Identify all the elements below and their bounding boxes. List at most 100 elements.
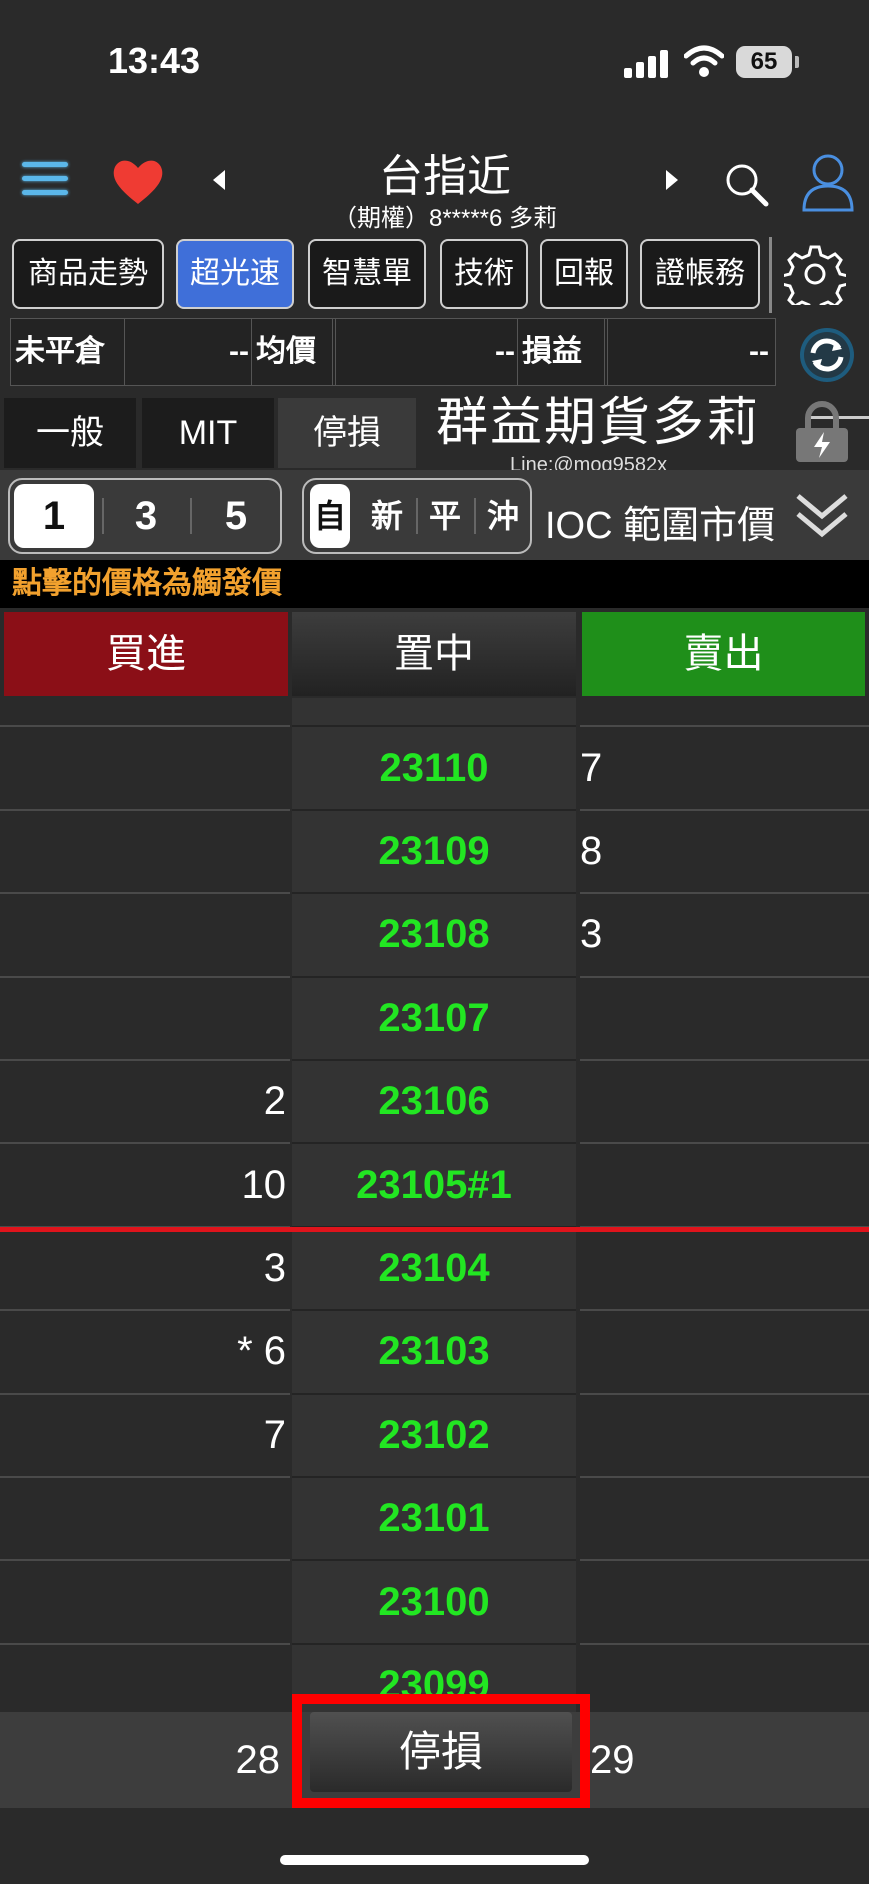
qty-separator <box>190 498 192 534</box>
ladder-row: 2 23106 <box>0 1061 869 1145</box>
ask-cell[interactable] <box>580 978 869 1061</box>
order-type-mit[interactable]: MIT <box>142 398 274 468</box>
open-close-mode: 自 新 平 沖 <box>302 478 532 554</box>
order-type-tabs: 一般 MIT 停損 <box>0 398 420 468</box>
battery-icon: 65 <box>736 46 792 78</box>
bid-cell[interactable] <box>0 1645 290 1712</box>
ask-cell[interactable]: 7 <box>580 698 869 728</box>
account-subtitle: （期權）8*****6 多莉 <box>332 205 558 232</box>
bid-cell[interactable] <box>0 978 290 1061</box>
ask-cell[interactable] <box>580 1061 869 1145</box>
pnl-value: -- <box>607 319 775 385</box>
chevron-down-icon[interactable] <box>794 490 850 542</box>
qty-separator <box>102 498 104 534</box>
bid-cell[interactable]: * 6 <box>0 1311 290 1395</box>
ladder-row: 10 23105#1 <box>0 1144 869 1228</box>
tab-trend[interactable]: 商品走勢 <box>12 239 164 309</box>
mode-separator <box>416 498 418 534</box>
ladder-row: 7 23102 <box>0 1394 869 1478</box>
ask-cell[interactable] <box>580 1311 869 1395</box>
avg-price-value: -- <box>335 319 517 385</box>
order-type-normal[interactable]: 一般 <box>4 398 136 468</box>
product-title[interactable]: 台指近 <box>250 140 640 204</box>
refresh-icon[interactable] <box>798 326 856 384</box>
ask-cell[interactable]: 7 <box>580 727 869 811</box>
ask-cell[interactable]: 3 <box>580 894 869 978</box>
ladder-row: 231117 <box>0 698 869 728</box>
ask-cell[interactable]: 8 <box>580 811 869 895</box>
ask-cell[interactable] <box>580 1561 869 1645</box>
bid-cell[interactable]: 3 <box>0 1228 290 1312</box>
bid-cell[interactable] <box>0 894 290 978</box>
bid-cell[interactable]: 7 <box>0 1395 290 1478</box>
mode-close[interactable]: 平 <box>420 484 470 548</box>
prev-arrow-icon[interactable] <box>213 170 225 190</box>
price-cell: 23110 <box>292 727 576 811</box>
ladder-row: 23107 <box>0 977 869 1061</box>
app-header: 台指近 （期權）8*****6 多莉 <box>0 130 869 235</box>
price-cell: 23105#1 <box>292 1144 576 1228</box>
mode-auto[interactable]: 自 <box>310 484 350 548</box>
tab-ultrafast[interactable]: 超光速 <box>176 239 294 309</box>
status-time: 13:43 <box>108 40 201 81</box>
next-arrow-icon[interactable] <box>666 170 678 190</box>
wifi-icon <box>684 45 724 77</box>
ask-cell[interactable] <box>580 1645 869 1712</box>
qty-option-5[interactable]: 5 <box>196 484 276 548</box>
buy-button[interactable]: 買進 <box>4 612 288 696</box>
tab-report[interactable]: 回報 <box>540 239 628 309</box>
price-cell: 23101 <box>292 1478 576 1562</box>
bid-cell[interactable] <box>0 811 290 895</box>
menu-icon[interactable] <box>22 162 68 202</box>
center-button[interactable]: 置中 <box>292 612 576 696</box>
mode-daytrade[interactable]: 沖 <box>478 484 528 548</box>
mode-separator <box>474 498 476 534</box>
bid-cell[interactable] <box>0 727 290 811</box>
ladder-row: 3 23104 <box>0 1227 869 1312</box>
heart-icon[interactable] <box>110 154 166 210</box>
brand-watermark: 群益期貨多莉 <box>436 394 761 452</box>
price-cell: 23104 <box>292 1227 576 1312</box>
price-cell: 23103 <box>292 1311 576 1395</box>
pnl-label: 損益 <box>517 319 605 385</box>
bid-total: 28 <box>235 1738 281 1782</box>
trigger-hint: 點擊的價格為觸發價 <box>0 560 869 608</box>
home-indicator[interactable] <box>280 1855 589 1865</box>
sell-button[interactable]: 賣出 <box>582 612 865 696</box>
gear-icon[interactable] <box>784 243 846 305</box>
ladder-row: 23110 7 <box>0 727 869 811</box>
tab-technical[interactable]: 技術 <box>440 239 528 309</box>
bid-cell[interactable]: 2 <box>0 1061 290 1145</box>
price-cell: 23108 <box>292 894 576 978</box>
price-cell: 23107 <box>292 977 576 1061</box>
tab-divider <box>769 237 772 313</box>
price-cell: 23102 <box>292 1394 576 1478</box>
price-type-selector[interactable]: IOC 範圍市價 <box>545 494 775 549</box>
order-type-stop[interactable]: 停損 <box>278 398 416 468</box>
action-bar: 買進 置中 賣出 <box>0 608 869 698</box>
ask-cell[interactable] <box>580 1478 869 1562</box>
price-cell: 23111 <box>292 698 576 728</box>
function-tabs: 商品走勢 超光速 智慧單 技術 回報 證帳務 <box>0 235 869 315</box>
ask-cell[interactable] <box>580 1228 869 1312</box>
signal-icon <box>624 48 668 78</box>
qty-option-3[interactable]: 3 <box>106 484 186 548</box>
bid-cell[interactable]: 10 <box>0 1144 290 1228</box>
bid-cell[interactable] <box>0 1561 290 1645</box>
user-icon[interactable] <box>800 152 856 212</box>
search-icon[interactable] <box>722 160 772 210</box>
bid-cell[interactable] <box>0 698 290 728</box>
qty-option-1[interactable]: 1 <box>14 484 94 548</box>
ask-cell[interactable] <box>580 1144 869 1228</box>
stop-loss-button[interactable]: 停損 <box>310 1712 572 1792</box>
avg-price-label: 均價 <box>251 319 333 385</box>
tab-account[interactable]: 證帳務 <box>640 239 760 309</box>
ask-cell[interactable] <box>580 1395 869 1478</box>
lock-icon[interactable] <box>792 400 852 464</box>
ladder-row: 23101 <box>0 1478 869 1562</box>
mode-new[interactable]: 新 <box>362 484 412 548</box>
tab-smart-order[interactable]: 智慧單 <box>308 239 426 309</box>
ask-total: 29 <box>590 1738 635 1782</box>
bid-cell[interactable] <box>0 1478 290 1562</box>
status-bar: 13:43 65 <box>0 0 869 130</box>
